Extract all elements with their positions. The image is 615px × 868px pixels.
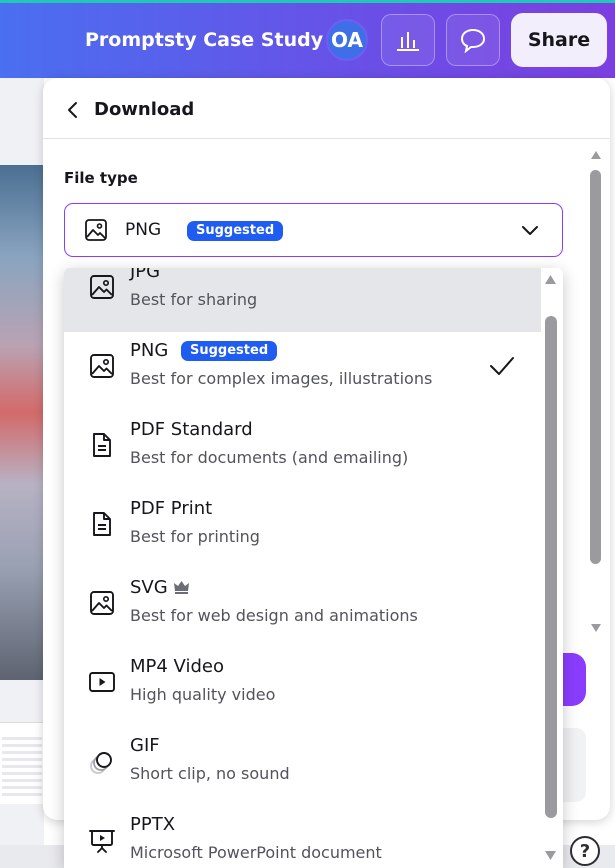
option-description: Best for sharing — [130, 290, 258, 309]
document-title[interactable]: Promptsty Case Study — [85, 29, 323, 51]
option-description: Best for documents (and emailing) — [130, 448, 409, 467]
chevron-left-icon[interactable] — [63, 100, 83, 120]
page-thumbnail[interactable] — [0, 722, 44, 804]
video-icon — [89, 672, 115, 692]
image-icon — [90, 275, 114, 299]
image-icon — [90, 591, 114, 615]
help-button[interactable]: ? — [570, 836, 600, 866]
selected-file-type: PNG — [125, 220, 162, 240]
crown-icon — [174, 581, 189, 594]
option-description: Best for web design and animations — [130, 606, 418, 625]
option-description: Microsoft PowerPoint document — [130, 843, 382, 862]
document-icon — [93, 433, 111, 457]
file-type-select[interactable]: PNG Suggested — [64, 203, 563, 257]
panel-scrollbar-thumb[interactable] — [590, 170, 601, 564]
option-name: PNG — [130, 340, 169, 361]
option-svg[interactable]: SVG Best for web design and animations — [64, 569, 541, 648]
secondary-button-edge[interactable] — [563, 728, 586, 802]
option-mp4-video[interactable]: MP4 Video High quality video — [64, 648, 541, 727]
dropdown-scrollbar-thumb[interactable] — [545, 316, 557, 818]
share-button[interactable]: Share — [511, 13, 607, 67]
scroll-up-arrow-icon[interactable] — [590, 150, 602, 160]
scroll-up-arrow-icon[interactable] — [544, 274, 557, 285]
suggested-badge: Suggested — [181, 341, 278, 361]
panel-header: Download — [43, 78, 610, 139]
scroll-down-arrow-icon[interactable] — [590, 623, 602, 633]
file-type-dropdown: JPG Best for sharing PNG Suggested Best … — [64, 268, 563, 868]
chevron-down-icon — [522, 226, 538, 235]
document-icon — [93, 512, 111, 536]
option-name: MP4 Video — [130, 656, 224, 677]
option-jpg[interactable]: JPG Best for sharing — [64, 268, 541, 332]
file-type-label: File type — [64, 169, 138, 187]
option-description: High quality video — [130, 685, 276, 704]
panel-title: Download — [94, 99, 195, 120]
presentation-icon — [89, 830, 115, 853]
canvas-photo — [0, 165, 44, 680]
bar-chart-icon — [397, 32, 419, 51]
option-pptx[interactable]: PPTX Microsoft PowerPoint document — [64, 806, 541, 868]
top-bar: Promptsty Case Study OA Share — [0, 0, 615, 78]
gif-icon — [90, 752, 112, 774]
option-pdf-print[interactable]: PDF Print Best for printing — [64, 490, 541, 569]
download-button-edge[interactable] — [563, 653, 586, 706]
option-description: Short clip, no sound — [130, 764, 290, 783]
option-name: PPTX — [130, 814, 176, 835]
option-description: Best for complex images, illustrations — [130, 369, 433, 388]
comment-icon — [460, 28, 486, 53]
insights-button[interactable] — [381, 14, 435, 66]
option-name: PDF Standard — [130, 419, 253, 440]
option-pdf-standard[interactable]: PDF Standard Best for documents (and ema… — [64, 411, 541, 490]
image-icon — [90, 354, 114, 378]
scroll-down-arrow-icon[interactable] — [544, 850, 557, 861]
option-name: GIF — [130, 735, 160, 756]
suggested-badge: Suggested — [187, 221, 284, 241]
option-gif[interactable]: GIF Short clip, no sound — [64, 727, 541, 806]
option-name: PDF Print — [130, 498, 213, 519]
option-description: Best for printing — [130, 527, 260, 546]
option-name: SVG — [130, 577, 168, 598]
option-name: JPG — [130, 268, 161, 282]
avatar[interactable]: OA — [326, 19, 368, 61]
checkmark-icon — [490, 357, 514, 375]
comments-button[interactable] — [446, 14, 500, 66]
option-png[interactable]: PNG Suggested Best for complex images, i… — [64, 332, 541, 411]
image-icon — [85, 219, 107, 241]
